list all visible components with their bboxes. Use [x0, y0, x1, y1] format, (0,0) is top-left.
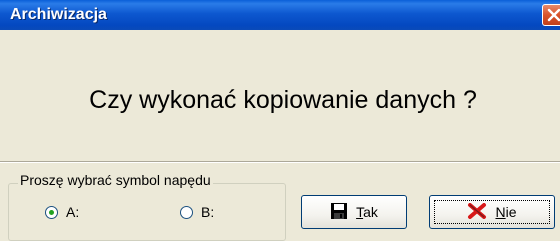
- window-title: Archiwizacja: [10, 6, 107, 23]
- close-button[interactable]: [542, 4, 560, 26]
- close-icon: [547, 8, 560, 22]
- radio-drive-a[interactable]: A:: [45, 203, 79, 221]
- radio-label-a: A:: [66, 204, 80, 220]
- focus-rectangle: [434, 200, 550, 224]
- radio-drive-b[interactable]: B:: [180, 203, 214, 221]
- radio-label-b: B:: [201, 204, 215, 220]
- drive-group-legend: Proszę wybrać symbol napędu: [18, 172, 213, 188]
- yes-button[interactable]: Tak: [301, 195, 407, 229]
- no-button[interactable]: Nie: [429, 195, 555, 229]
- question-text: Czy wykonać kopiowanie danych ?: [89, 86, 477, 114]
- dialog-window: Archiwizacja Czy wykonać kopiowanie dany…: [0, 0, 560, 241]
- radio-circle-a[interactable]: [45, 205, 58, 219]
- radio-selected-dot: [49, 209, 54, 215]
- separator-line: [0, 161, 560, 163]
- title-bar[interactable]: Archiwizacja: [0, 0, 560, 30]
- floppy-disk-icon: [330, 202, 348, 223]
- radio-circle-b[interactable]: [180, 205, 193, 219]
- yes-button-label: Tak: [356, 204, 378, 220]
